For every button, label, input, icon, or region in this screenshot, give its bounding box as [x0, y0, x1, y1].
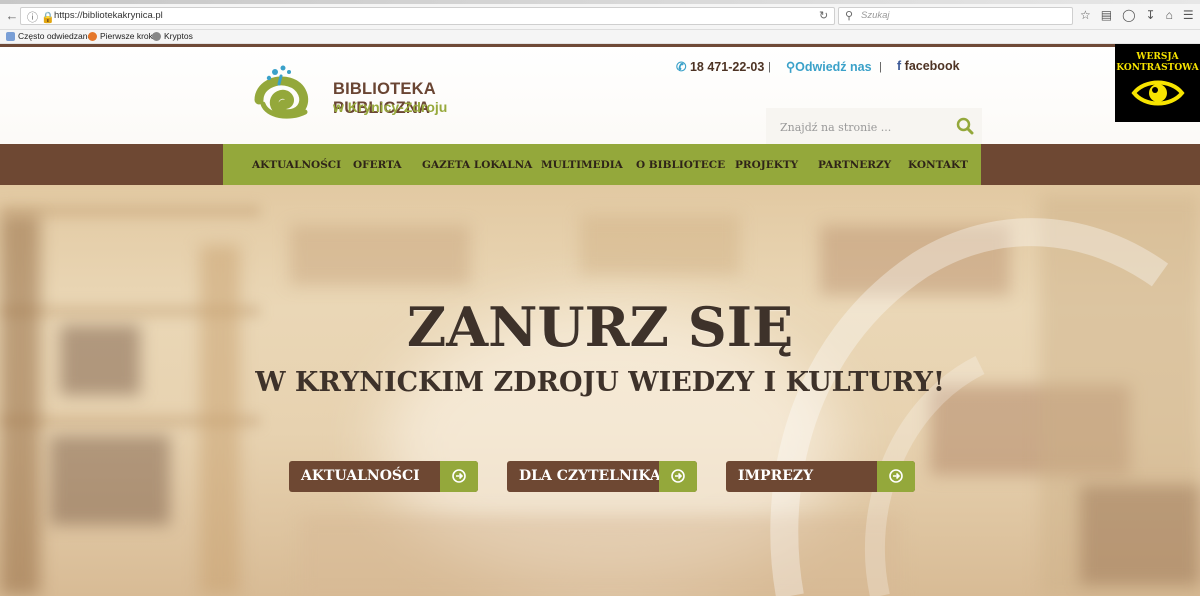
- search-icon[interactable]: [956, 117, 974, 135]
- arrow-right-circle-icon: [659, 461, 697, 492]
- main-nav: AKTUALNOŚCI OFERTA GAZETA LOKALNA MULTIM…: [223, 144, 981, 185]
- cta-label: AKTUALNOŚCI: [301, 468, 420, 484]
- arrow-right-circle-icon: [440, 461, 478, 492]
- browser-search-placeholder: Szukaj: [861, 10, 890, 21]
- logo-icon: [254, 65, 309, 119]
- clipboard-icon[interactable]: ▤: [1101, 8, 1112, 22]
- logo-subtitle: w Krynicy-Zdroju: [333, 99, 448, 115]
- bookmark-item[interactable]: Kryptos: [152, 31, 193, 41]
- map-pin-icon: ⚲: [786, 60, 796, 74]
- visit-link[interactable]: ⚲Odwiedź nas: [786, 59, 872, 74]
- globe-icon: [152, 31, 161, 41]
- facebook-icon: f: [897, 59, 902, 73]
- phone-link[interactable]: ✆ 18 471-22-03: [676, 59, 764, 74]
- hero-banner: ZANURZ SIĘ W KRYNICKIM ZDROJU WIEDZY I K…: [0, 185, 1200, 596]
- nav-item-oferta[interactable]: OFERTA: [353, 159, 402, 171]
- menu-icon[interactable]: ☰: [1183, 8, 1194, 22]
- facebook-link[interactable]: f facebook: [897, 59, 960, 73]
- address-bar[interactable]: ⓘ 🔒 https://bibliotekakrynica.pl ↻: [20, 7, 835, 25]
- firefox-icon: [88, 31, 97, 41]
- pocket-icon[interactable]: ◯: [1122, 8, 1135, 22]
- star-icon[interactable]: ☆: [1080, 8, 1091, 22]
- cta-imprezy-button[interactable]: IMPREZY: [726, 461, 915, 492]
- bookmark-item[interactable]: Często odwiedzane: [6, 31, 92, 41]
- site-header: BIBLIOTEKA PUBLICZNA w Krynicy-Zdroju ✆ …: [0, 44, 1200, 146]
- hero-subtitle: W KRYNICKIM ZDROJU WIEDZY I KULTURY!: [255, 367, 945, 398]
- url-text: https://bibliotekakrynica.pl: [54, 10, 163, 21]
- cta-label: IMPREZY: [738, 468, 814, 484]
- back-icon[interactable]: ←: [4, 8, 20, 24]
- bookmark-item[interactable]: Pierwsze kroki: [88, 31, 155, 41]
- cta-label: DLA CZYTELNIKA: [519, 468, 661, 484]
- browser-search-input[interactable]: ⚲ Szukaj: [838, 7, 1073, 25]
- site-search-input[interactable]: Znajdź na stronie ...: [766, 108, 982, 146]
- contrast-label: WERSJA KONTRASTOWA: [1116, 52, 1199, 73]
- download-icon[interactable]: ↧: [1146, 8, 1156, 22]
- nav-item-o-bibliotece[interactable]: O BIBLIOTECE: [636, 159, 725, 171]
- nav-item-aktualnosci[interactable]: AKTUALNOŚCI: [252, 159, 341, 171]
- search-icon: ⚲: [845, 10, 854, 22]
- nav-item-projekty[interactable]: PROJEKTY: [735, 159, 798, 171]
- browser-toolbar-icons: ☆ ▤ ◯ ↧ ⌂ ☰: [1080, 8, 1194, 22]
- home-icon[interactable]: ⌂: [1166, 8, 1173, 22]
- separator: |: [879, 61, 882, 73]
- bookmark-folder-icon: [6, 31, 15, 41]
- phone-icon: ✆: [676, 60, 687, 74]
- nav-item-partnerzy[interactable]: PARTNERZY: [818, 159, 891, 171]
- site-search-placeholder: Znajdź na stronie ...: [780, 121, 892, 134]
- site-info-icon[interactable]: ⓘ 🔒: [27, 9, 55, 25]
- separator: |: [768, 61, 771, 73]
- eye-icon: [1131, 80, 1185, 106]
- nav-item-multimedia[interactable]: MULTIMEDIA: [541, 159, 623, 171]
- hero-title: ZANURZ SIĘ: [406, 295, 794, 359]
- arrow-right-circle-icon: [877, 461, 915, 492]
- site-logo[interactable]: BIBLIOTEKA PUBLICZNA w Krynicy-Zdroju: [253, 64, 523, 120]
- reload-icon[interactable]: ↻: [819, 9, 828, 22]
- bookmarks-bar: Często odwiedzane Pierwsze kroki Kryptos: [0, 30, 1200, 44]
- contrast-version-button[interactable]: WERSJA KONTRASTOWA: [1115, 44, 1200, 122]
- nav-item-gazeta-lokalna[interactable]: GAZETA LOKALNA: [422, 159, 532, 171]
- cta-aktualnosci-button[interactable]: AKTUALNOŚCI: [289, 461, 478, 492]
- nav-item-kontakt[interactable]: KONTAKT: [908, 159, 968, 171]
- browser-toolbar: ← ⓘ 🔒 https://bibliotekakrynica.pl ↻ ⚲ S…: [0, 0, 1200, 30]
- cta-dla-czytelnika-button[interactable]: DLA CZYTELNIKA: [507, 461, 697, 492]
